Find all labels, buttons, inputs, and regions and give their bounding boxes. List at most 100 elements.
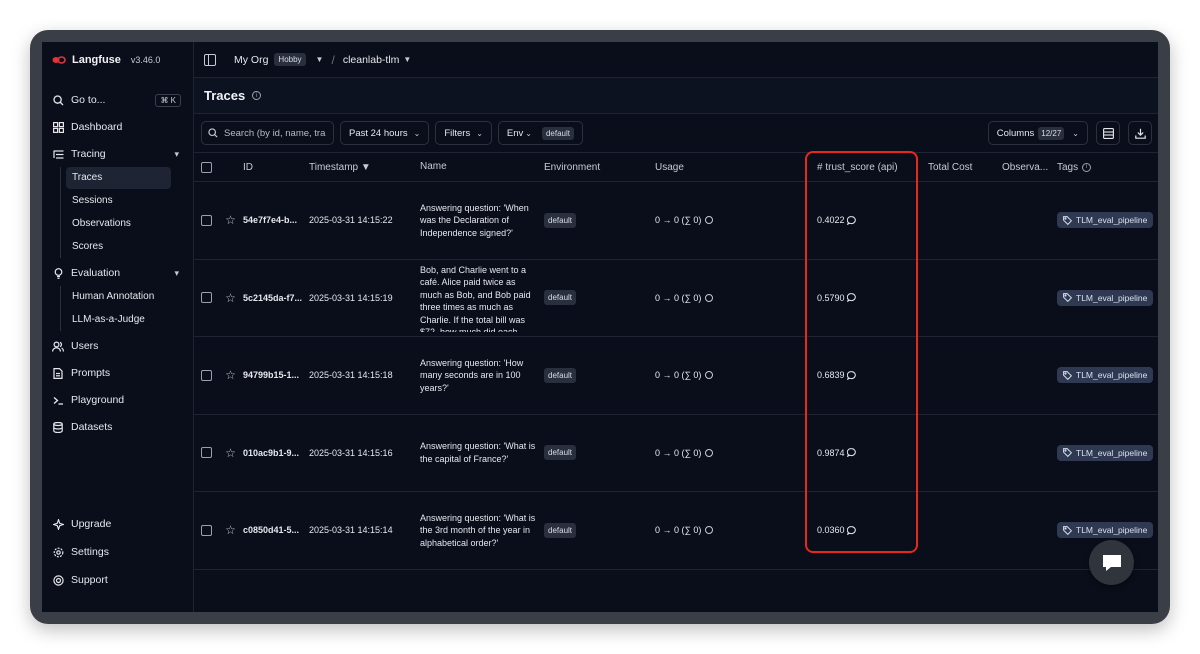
org-chevron-icon[interactable]: ▼: [316, 55, 324, 64]
comment-icon[interactable]: [846, 525, 856, 535]
row-height-button[interactable]: [1096, 121, 1120, 145]
sidebar-item-sessions[interactable]: Sessions: [66, 190, 171, 212]
project-name[interactable]: cleanlab-tlm: [343, 54, 400, 66]
info-icon[interactable]: i: [252, 91, 262, 100]
trace-id[interactable]: c0850d41-5...: [243, 525, 309, 535]
comment-icon[interactable]: [846, 448, 856, 458]
row-checkbox[interactable]: [200, 214, 212, 226]
col-name[interactable]: Name: [420, 161, 544, 174]
tag-badge[interactable]: TLM_eval_pipeline: [1057, 444, 1154, 461]
table-row[interactable]: ☆ 94799b15-1... 2025-03-31 14:15:18 Answ…: [194, 337, 1158, 415]
toggle-sidebar-icon[interactable]: [204, 53, 216, 66]
tag-badge[interactable]: TLM_eval_pipeline: [1057, 289, 1154, 306]
chevron-down-icon[interactable]: ▾: [174, 149, 179, 160]
download-button[interactable]: [1128, 121, 1152, 145]
star-icon[interactable]: ☆: [218, 213, 243, 227]
search-input[interactable]: Search (by id, name, tra: [201, 121, 334, 145]
row-checkbox[interactable]: [200, 447, 212, 459]
select-all-checkbox[interactable]: [200, 161, 212, 173]
sidebar-item-support[interactable]: Support: [42, 566, 193, 594]
star-icon[interactable]: ☆: [218, 291, 243, 305]
row-checkbox[interactable]: [200, 369, 212, 381]
usage-info-icon[interactable]: [705, 216, 714, 225]
star-icon[interactable]: ☆: [218, 368, 243, 382]
sidebar-item-settings[interactable]: Settings: [42, 538, 193, 566]
usage-info-icon[interactable]: [705, 371, 714, 380]
col-observations[interactable]: Observa...: [1002, 162, 1057, 173]
trace-id[interactable]: 010ac9b1-9...: [243, 448, 309, 458]
chevron-down-icon[interactable]: ▾: [174, 268, 179, 279]
filters-button[interactable]: Filters ⌄: [435, 121, 492, 145]
tag-badge[interactable]: TLM_eval_pipeline: [1057, 212, 1154, 229]
sidebar-item-label: Datasets: [71, 421, 113, 433]
environment-select[interactable]: Env ⌄ default: [497, 121, 584, 145]
table-row[interactable]: ☆ c0850d41-5... 2025-03-31 14:15:14 Answ…: [194, 492, 1158, 570]
col-usage[interactable]: Usage: [655, 162, 817, 173]
table-row[interactable]: ☆ 5c2145da-f7... 2025-03-31 14:15:19 Bob…: [194, 260, 1158, 337]
trace-id[interactable]: 5c2145da-f7...: [243, 293, 309, 303]
download-icon: [1134, 128, 1146, 139]
trace-id[interactable]: 54e7f7e4-b...: [243, 215, 309, 225]
sidebar-item-playground[interactable]: Playground: [42, 388, 193, 412]
sidebar-item-dashboard[interactable]: Dashboard: [42, 115, 193, 139]
goto-button[interactable]: Go to... ⌘ K: [42, 88, 193, 112]
sidebar-item-evaluation[interactable]: Evaluation ▾: [42, 261, 193, 285]
time-range-select[interactable]: Past 24 hours ⌄: [340, 121, 430, 145]
star-icon[interactable]: ☆: [218, 446, 243, 460]
col-id[interactable]: ID: [243, 162, 309, 173]
sidebar-item-llm-as-a-judge[interactable]: LLM-as-a-Judge: [66, 309, 171, 331]
sidebar-item-human-annotation[interactable]: Human Annotation: [66, 286, 171, 308]
sidebar-item-label: Prompts: [71, 367, 111, 379]
col-trust-score[interactable]: # trust_score (api): [817, 162, 928, 173]
col-environment[interactable]: Environment: [544, 162, 655, 173]
usage-info-icon[interactable]: [705, 526, 714, 535]
app-window: Langfuse v3.46.0 Go to... ⌘ K Dashboard …: [42, 42, 1158, 612]
sidebar-item-scores[interactable]: Scores: [66, 236, 171, 258]
trace-timestamp: 2025-03-31 14:15:16: [309, 447, 393, 458]
table-row[interactable]: ☆ 010ac9b1-9... 2025-03-31 14:15:16 Answ…: [194, 415, 1158, 492]
trace-id[interactable]: 94799b15-1...: [243, 370, 309, 380]
info-icon[interactable]: i: [1082, 162, 1092, 172]
brand[interactable]: Langfuse v3.46.0: [42, 42, 193, 78]
org-name[interactable]: My Org: [234, 54, 268, 66]
sidebar-item-prompts[interactable]: Prompts: [42, 361, 193, 385]
comment-icon[interactable]: [846, 215, 856, 225]
columns-count: 12/27: [1038, 126, 1065, 140]
environment-badge: default: [544, 445, 577, 461]
sidebar-item-observations[interactable]: Observations: [66, 213, 171, 235]
row-checkbox[interactable]: [200, 292, 212, 304]
sidebar-item-upgrade[interactable]: Upgrade: [42, 510, 193, 538]
col-timestamp[interactable]: Timestamp ▼: [309, 162, 420, 173]
usage-info-icon[interactable]: [705, 448, 714, 457]
columns-button[interactable]: Columns 12/27 ⌄: [987, 121, 1088, 145]
comment-icon[interactable]: [846, 370, 856, 380]
comment-icon[interactable]: [846, 293, 856, 303]
chevron-down-icon: ⌄: [525, 128, 532, 138]
sidebar-item-label: Settings: [71, 546, 109, 558]
trust-score-value: 0.6839: [817, 370, 845, 381]
sidebar-bottom: Upgrade Settings Support: [42, 510, 193, 594]
star-icon[interactable]: ☆: [218, 523, 243, 537]
col-total-cost[interactable]: Total Cost: [928, 162, 1002, 173]
sparkle-icon: [52, 518, 64, 530]
usage-info-icon[interactable]: [705, 293, 714, 302]
lifebuoy-icon: [52, 574, 64, 586]
col-tags-label: Tags: [1057, 161, 1079, 173]
sidebar-item-label: Tracing: [71, 148, 106, 160]
tag-badge[interactable]: TLM_eval_pipeline: [1057, 367, 1154, 384]
sidebar-item-datasets[interactable]: Datasets: [42, 415, 193, 439]
environment-badge: default: [544, 290, 577, 306]
tag-badge[interactable]: TLM_eval_pipeline: [1057, 522, 1154, 539]
sidebar-item-tracing[interactable]: Tracing ▾: [42, 142, 193, 166]
col-tags[interactable]: Tags i: [1057, 162, 1157, 173]
chat-support-button[interactable]: [1089, 540, 1134, 585]
sidebar-item-traces[interactable]: Traces: [66, 167, 171, 189]
row-checkbox[interactable]: [200, 524, 212, 536]
environment-badge: default: [544, 212, 577, 228]
trace-timestamp: 2025-03-31 14:15:18: [309, 370, 393, 381]
topbar: My Org Hobby ▼ / cleanlab-tlm ▼: [194, 42, 1158, 78]
project-chevron-icon[interactable]: ▼: [403, 55, 411, 64]
trace-name: Answering question: 'What is the 3rd mon…: [420, 512, 536, 548]
table-row[interactable]: ☆ 54e7f7e4-b... 2025-03-31 14:15:22 Answ…: [194, 182, 1158, 260]
sidebar-item-users[interactable]: Users: [42, 334, 193, 358]
